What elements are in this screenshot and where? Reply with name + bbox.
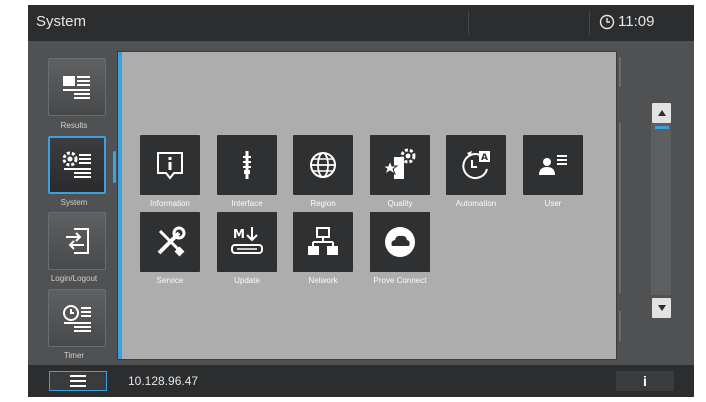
svg-text:M: M <box>233 227 245 241</box>
page-title: System <box>36 13 87 30</box>
tile-information[interactable] <box>140 135 200 195</box>
tile-update[interactable]: M <box>217 212 277 272</box>
background-row-edge <box>619 57 621 87</box>
clock-icon <box>599 14 615 29</box>
scroll-up-button[interactable] <box>652 103 671 123</box>
tile-label: Prove Connect <box>373 276 427 285</box>
triangle-up-icon <box>657 110 666 116</box>
wrench-screwdriver-icon <box>157 226 186 257</box>
clock: 11:09 <box>599 13 654 30</box>
sidebar-scroll-indicator <box>113 151 116 183</box>
user-icon <box>539 155 567 175</box>
update-download-icon: M <box>231 227 263 254</box>
sidebar-item-timer[interactable] <box>48 289 106 347</box>
scrollbar-track[interactable] <box>651 123 671 295</box>
svg-text:A: A <box>481 153 488 163</box>
background-row-edge <box>619 123 621 293</box>
tile-user[interactable] <box>523 135 583 195</box>
network-icon <box>308 227 338 255</box>
sidebar-item-label: Results <box>60 121 88 130</box>
footer-bar: 10.128.96.47 i <box>28 365 694 397</box>
tile-quality[interactable] <box>370 135 430 195</box>
tile-network[interactable] <box>293 212 353 272</box>
triangle-down-icon <box>657 305 666 311</box>
login-logout-icon <box>66 228 89 254</box>
timer-clock-icon <box>63 305 91 332</box>
tile-service[interactable] <box>140 212 200 272</box>
tile-prove-connect[interactable] <box>370 212 430 272</box>
sidebar-item-results[interactable] <box>48 58 106 116</box>
ip-address: 10.128.96.47 <box>128 374 199 388</box>
hamburger-icon <box>70 375 86 387</box>
sidebar-item-login-logout[interactable] <box>48 212 106 270</box>
panel-accent-bar <box>118 52 122 359</box>
menu-button[interactable] <box>49 371 107 391</box>
tile-label: User <box>544 199 562 208</box>
automation-clock-icon: A <box>462 151 490 180</box>
sidebar-item-label: Timer <box>63 351 85 360</box>
tile-interface[interactable] <box>217 135 277 195</box>
clock-time: 11:09 <box>618 13 655 30</box>
scroll-down-button[interactable] <box>652 298 671 318</box>
title-divider <box>468 11 469 35</box>
cloud-connect-icon <box>385 227 415 257</box>
device-screen: System 11:09 Results System Login/Logout… <box>28 5 694 397</box>
sidebar-item-system[interactable] <box>48 136 106 194</box>
results-list-icon <box>63 76 90 99</box>
interface-plug-icon <box>243 151 251 179</box>
tile-automation[interactable]: A <box>446 135 506 195</box>
quality-star-gear-icon <box>382 148 416 179</box>
info-button[interactable]: i <box>616 371 674 391</box>
background-row-edge <box>619 311 621 341</box>
tile-region[interactable] <box>293 135 353 195</box>
title-divider <box>589 11 590 35</box>
title-bar: System 11:09 <box>28 5 694 41</box>
information-icon <box>157 152 183 180</box>
sidebar-item-label: System <box>60 198 88 207</box>
system-gear-list-icon <box>62 151 91 178</box>
scrollbar-thumb[interactable] <box>655 126 669 129</box>
sidebar-item-label: Login/Logout <box>50 274 98 283</box>
globe-icon <box>310 152 336 178</box>
